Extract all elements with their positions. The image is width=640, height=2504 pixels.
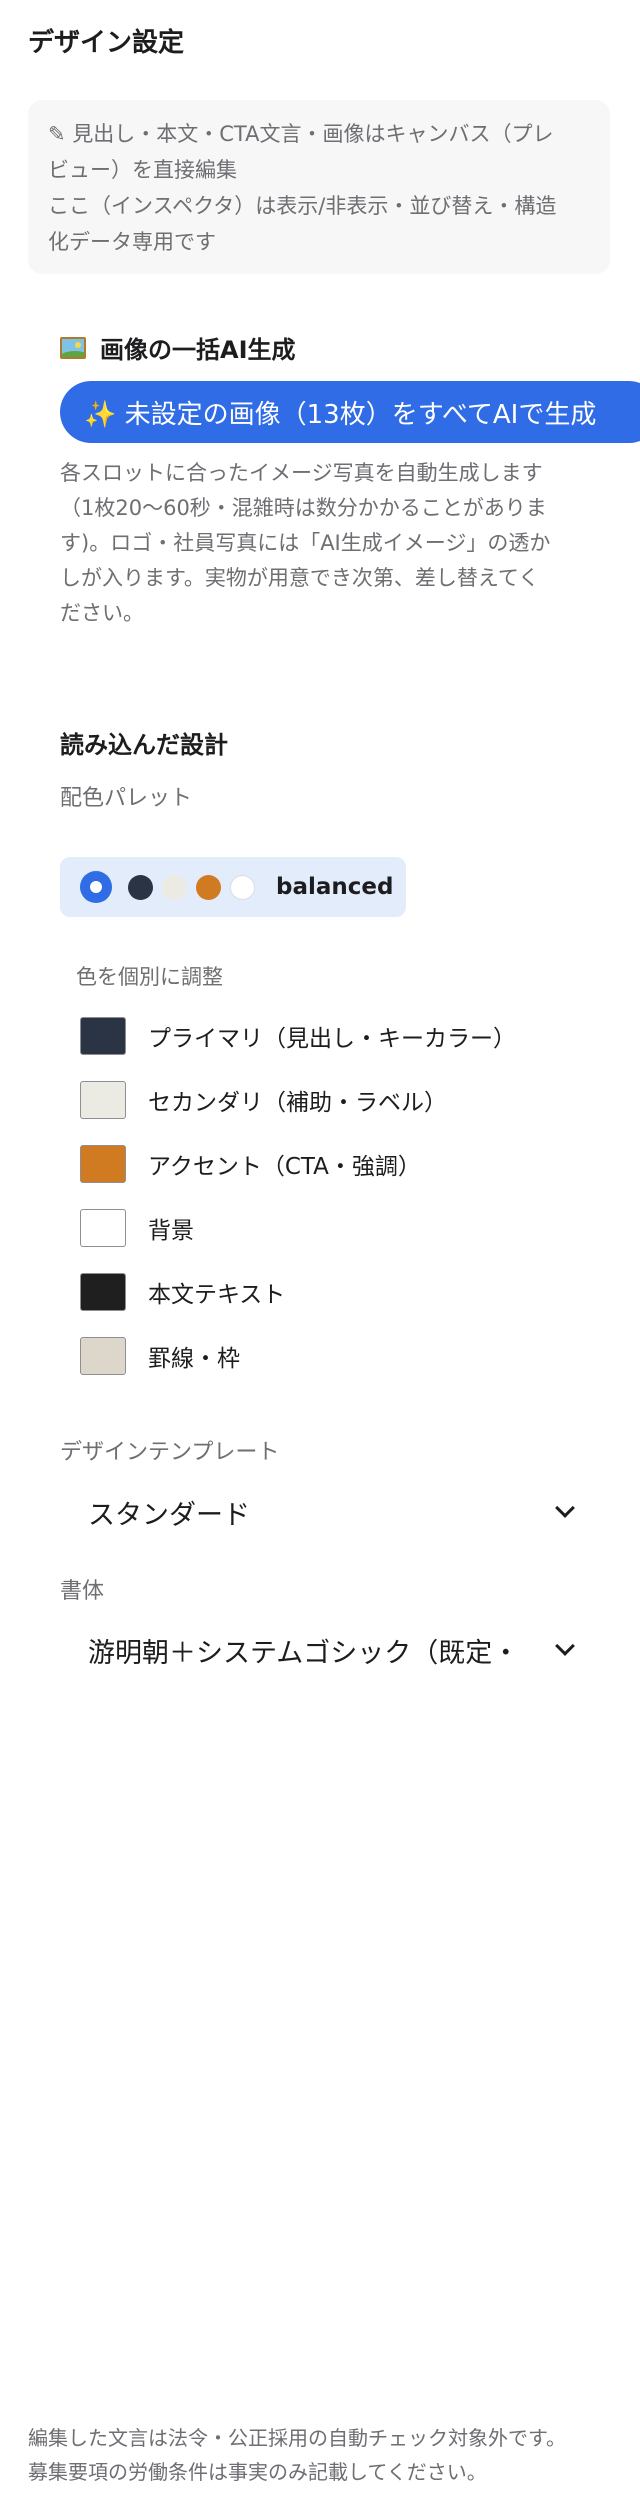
desc-line: しが入ります。実物が用意でき次第、差し替えてく xyxy=(60,566,540,590)
color-swatch-background[interactable] xyxy=(80,1209,126,1247)
color-swatch-border[interactable] xyxy=(80,1337,126,1375)
font-select[interactable]: 游明朝＋システムゴシック（既定・ xyxy=(60,1622,590,1678)
template-label: デザインテンプレート xyxy=(60,1440,280,1465)
editing-note: ✎ 見出し・本文・CTA文言・画像はキャンバス（プレ ビュー）を直接編集 ここ（… xyxy=(28,100,610,274)
ai-section-title: 画像の一括AI生成 xyxy=(100,336,296,364)
font-label: 書体 xyxy=(60,1579,105,1604)
palette-label: 配色パレット xyxy=(60,786,193,811)
chevron-down-icon xyxy=(555,1498,575,1518)
radio-selected-icon[interactable] xyxy=(80,871,112,903)
palette-name: balanced xyxy=(276,874,394,900)
desc-line: す)。ロゴ・社員写真には「AI生成イメージ」の透か xyxy=(60,531,551,555)
footer-line: 募集要項の労働条件は事実のみ記載してください。 xyxy=(28,2460,487,2484)
palette-option-balanced[interactable]: balanced xyxy=(60,857,406,917)
ai-description: 各スロットに合ったイメージ写真を自動生成します （1枚20〜60秒・混雑時は数分… xyxy=(60,456,590,631)
font-select-value: 游明朝＋システムゴシック（既定・ xyxy=(88,1637,520,1669)
color-row-accent[interactable]: アクセント（CTA・強調） xyxy=(80,1143,421,1185)
note-line: ✎ 見出し・本文・CTA文言・画像はキャンバス（プレ xyxy=(48,122,554,146)
color-swatch-primary[interactable] xyxy=(80,1017,126,1055)
palette-dot xyxy=(162,874,187,900)
palette-dot xyxy=(230,874,255,900)
color-label: 背景 xyxy=(148,1218,194,1244)
color-swatch-accent[interactable] xyxy=(80,1145,126,1183)
desc-line: （1枚20〜60秒・混雑時は数分かかることがありま xyxy=(60,496,547,520)
desc-line: ださい。 xyxy=(60,601,144,625)
generate-button-label: ✨ 未設定の画像（13枚）をすべてAIで生成 xyxy=(84,399,597,430)
color-label: 罫線・枠 xyxy=(148,1346,240,1372)
ai-section-heading: 画像の一括AI生成 xyxy=(60,330,296,365)
color-row-body-text[interactable]: 本文テキスト xyxy=(80,1271,285,1313)
color-row-background[interactable]: 背景 xyxy=(80,1207,194,1249)
note-line: ここ（インスペクタ）は表示/非表示・並び替え・構造 xyxy=(48,194,557,218)
color-label: プライマリ（見出し・キーカラー） xyxy=(148,1026,516,1052)
color-swatch-body-text[interactable] xyxy=(80,1273,126,1311)
footer-note: 編集した文言は法令・公正採用の自動チェック対象外です。 募集要項の労働条件は事実… xyxy=(28,2421,618,2489)
palette-dot xyxy=(196,874,221,900)
footer-line: 編集した文言は法令・公正採用の自動チェック対象外です。 xyxy=(28,2426,566,2450)
design-section-title: 読み込んだ設計 xyxy=(60,731,228,759)
adjust-colors-label: 色を個別に調整 xyxy=(76,965,223,989)
framed-picture-icon xyxy=(60,336,86,359)
color-swatch-secondary[interactable] xyxy=(80,1081,126,1119)
note-line: ビュー）を直接編集 xyxy=(48,158,237,182)
note-line: 化データ専用です xyxy=(48,230,216,254)
chevron-down-icon xyxy=(555,1636,575,1656)
color-label: セカンダリ（補助・ラベル） xyxy=(148,1090,447,1116)
color-label: 本文テキスト xyxy=(148,1282,286,1308)
page-title: デザイン設定 xyxy=(28,28,185,58)
color-label: アクセント（CTA・強調） xyxy=(148,1154,421,1180)
color-row-secondary[interactable]: セカンダリ（補助・ラベル） xyxy=(80,1079,447,1121)
color-row-border[interactable]: 罫線・枠 xyxy=(80,1335,240,1377)
palette-dot xyxy=(128,874,153,900)
desc-line: 各スロットに合ったイメージ写真を自動生成します xyxy=(60,461,543,485)
template-select-value: スタンダード xyxy=(88,1499,250,1531)
color-row-primary[interactable]: プライマリ（見出し・キーカラー） xyxy=(80,1015,516,1057)
generate-all-images-button[interactable]: ✨ 未設定の画像（13枚）をすべてAIで生成 xyxy=(60,381,640,443)
template-select[interactable]: スタンダード xyxy=(60,1484,590,1540)
